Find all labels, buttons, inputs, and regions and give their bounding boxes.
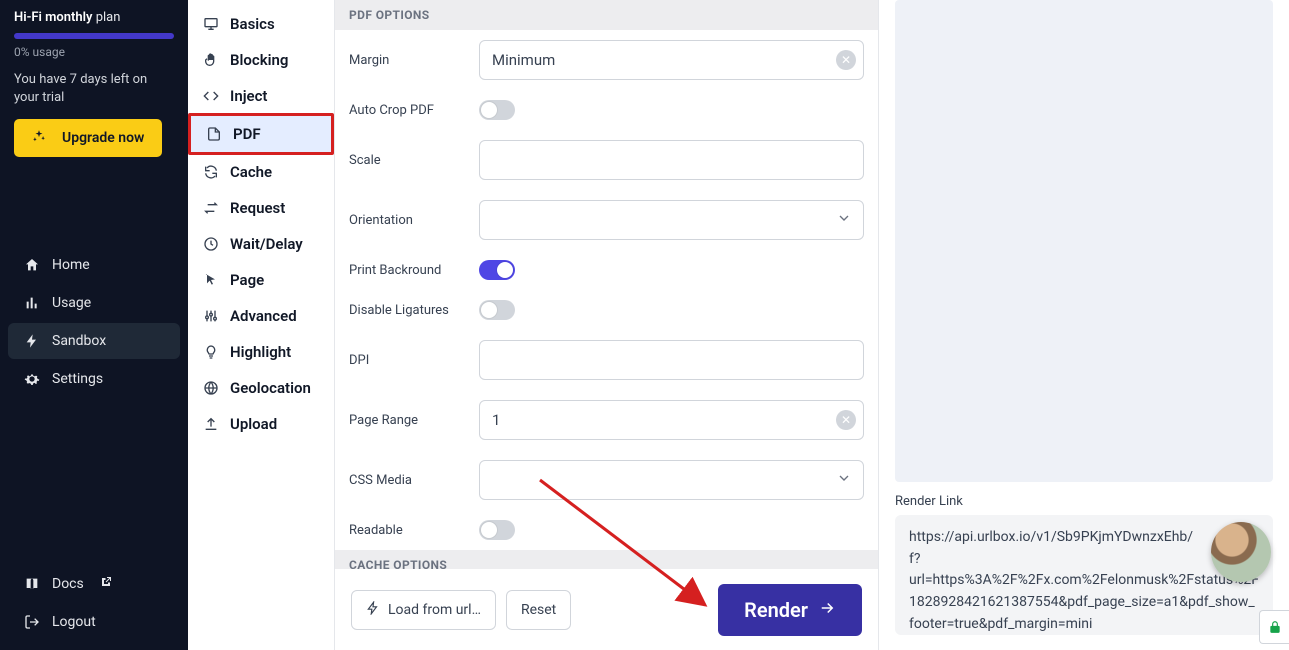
upload-icon xyxy=(202,416,220,432)
tab-page[interactable]: Page xyxy=(188,262,334,298)
bar-chart-icon xyxy=(24,295,40,311)
row-css-media: CSS Media xyxy=(335,450,878,510)
tab-highlight[interactable]: Highlight xyxy=(188,334,334,370)
primary-sidebar: Hi-Fi monthly plan 0% usage You have 7 d… xyxy=(0,0,188,650)
lightning-icon xyxy=(366,601,380,619)
code-icon xyxy=(202,88,220,104)
trial-remaining-text: You have 7 days left on your trial xyxy=(14,71,174,107)
clear-page-range-icon[interactable]: ✕ xyxy=(836,410,856,430)
load-from-url-button[interactable]: Load from url… xyxy=(351,590,496,630)
tab-pdf[interactable]: PDF xyxy=(188,113,334,155)
nav-settings[interactable]: Settings xyxy=(8,361,180,397)
nav-logout[interactable]: Logout xyxy=(8,604,180,640)
row-page-range: Page Range ✕ xyxy=(335,390,878,450)
sparkle-icon xyxy=(32,129,46,147)
nav-home[interactable]: Home xyxy=(8,247,180,283)
margin-input[interactable] xyxy=(479,40,864,80)
monitor-icon xyxy=(202,16,220,32)
plan-box: Hi-Fi monthly plan 0% usage You have 7 d… xyxy=(0,10,188,169)
label-disable-ligatures: Disable Ligatures xyxy=(349,303,467,318)
tab-geolocation[interactable]: Geolocation xyxy=(188,370,334,406)
row-orientation: Orientation xyxy=(335,190,878,250)
tab-inject[interactable]: Inject xyxy=(188,78,334,114)
css-media-select[interactable] xyxy=(479,460,864,500)
cursor-icon xyxy=(202,272,220,288)
row-margin: Margin ✕ xyxy=(335,30,878,90)
label-dpi: DPI xyxy=(349,353,467,368)
logout-icon xyxy=(24,614,40,630)
primary-nav: Home Usage Sandbox Settings xyxy=(0,239,188,405)
tab-basics[interactable]: Basics xyxy=(188,6,334,42)
privacy-badge[interactable] xyxy=(1259,610,1289,644)
tab-upload[interactable]: Upload xyxy=(188,406,334,442)
refresh-icon xyxy=(202,164,220,180)
render-link-label: Render Link xyxy=(895,494,1273,509)
form-scroll[interactable]: PDF OPTIONS Margin ✕ Auto Crop PDF Scale… xyxy=(335,0,878,569)
label-print-bg: Print Backround xyxy=(349,263,467,278)
book-icon xyxy=(24,576,40,592)
arrow-right-icon xyxy=(818,598,836,622)
nav-usage[interactable]: Usage xyxy=(8,285,180,321)
swap-icon xyxy=(202,200,220,216)
section-cache-options: CACHE OPTIONS xyxy=(335,550,878,569)
render-link-text: https://api.urlbox.io/v1/Sb9PKjmYDwnzxEh… xyxy=(909,529,1259,632)
auto-crop-toggle[interactable] xyxy=(479,100,515,120)
hand-icon xyxy=(202,52,220,68)
tab-cache[interactable]: Cache xyxy=(188,154,334,190)
options-tabs: Basics Blocking Inject PDF Cache Request… xyxy=(188,0,335,650)
sliders-icon xyxy=(202,308,220,324)
orientation-select[interactable] xyxy=(479,200,864,240)
plan-name-line: Hi-Fi monthly plan xyxy=(14,10,174,25)
row-dpi: DPI xyxy=(335,330,878,390)
label-orientation: Orientation xyxy=(349,213,467,228)
tab-request[interactable]: Request xyxy=(188,190,334,226)
tab-wait-delay[interactable]: Wait/Delay xyxy=(188,226,334,262)
plan-usage-text: 0% usage xyxy=(14,45,174,59)
form-column: PDF OPTIONS Margin ✕ Auto Crop PDF Scale… xyxy=(335,0,879,650)
row-auto-crop: Auto Crop PDF xyxy=(335,90,878,130)
tab-blocking[interactable]: Blocking xyxy=(188,42,334,78)
label-scale: Scale xyxy=(349,153,467,168)
label-page-range: Page Range xyxy=(349,413,467,428)
upgrade-button[interactable]: Upgrade now xyxy=(14,119,162,157)
render-button[interactable]: Render xyxy=(718,584,862,636)
preview-canvas xyxy=(895,0,1273,482)
dpi-input[interactable] xyxy=(479,340,864,380)
file-icon xyxy=(205,126,223,142)
label-readable: Readable xyxy=(349,523,467,538)
plan-usage-bar xyxy=(14,33,174,39)
gear-icon xyxy=(24,371,40,387)
form-actions: Load from url… Reset Render xyxy=(335,569,878,650)
support-avatar[interactable] xyxy=(1211,522,1271,582)
home-icon xyxy=(24,257,40,273)
row-scale: Scale xyxy=(335,130,878,190)
readable-toggle[interactable] xyxy=(479,520,515,540)
nav-docs[interactable]: Docs xyxy=(8,566,180,602)
lightbulb-icon xyxy=(202,344,220,360)
scale-input[interactable] xyxy=(479,140,864,180)
clock-icon xyxy=(202,236,220,252)
label-css-media: CSS Media xyxy=(349,473,467,488)
page-range-input[interactable] xyxy=(479,400,864,440)
label-auto-crop: Auto Crop PDF xyxy=(349,103,467,118)
globe-icon xyxy=(202,380,220,396)
external-link-icon xyxy=(100,576,112,592)
row-print-bg: Print Backround xyxy=(335,250,878,290)
reset-button[interactable]: Reset xyxy=(506,590,571,630)
label-margin: Margin xyxy=(349,53,467,68)
nav-sandbox[interactable]: Sandbox xyxy=(8,323,180,359)
disable-ligatures-toggle[interactable] xyxy=(479,300,515,320)
section-pdf-options: PDF OPTIONS xyxy=(335,0,878,30)
row-readable: Readable xyxy=(335,510,878,550)
primary-nav-bottom: Docs Logout xyxy=(0,558,188,650)
row-disable-ligatures: Disable Ligatures xyxy=(335,290,878,330)
clear-margin-icon[interactable]: ✕ xyxy=(836,50,856,70)
lightning-icon xyxy=(24,333,40,349)
print-bg-toggle[interactable] xyxy=(479,260,515,280)
tab-advanced[interactable]: Advanced xyxy=(188,298,334,334)
